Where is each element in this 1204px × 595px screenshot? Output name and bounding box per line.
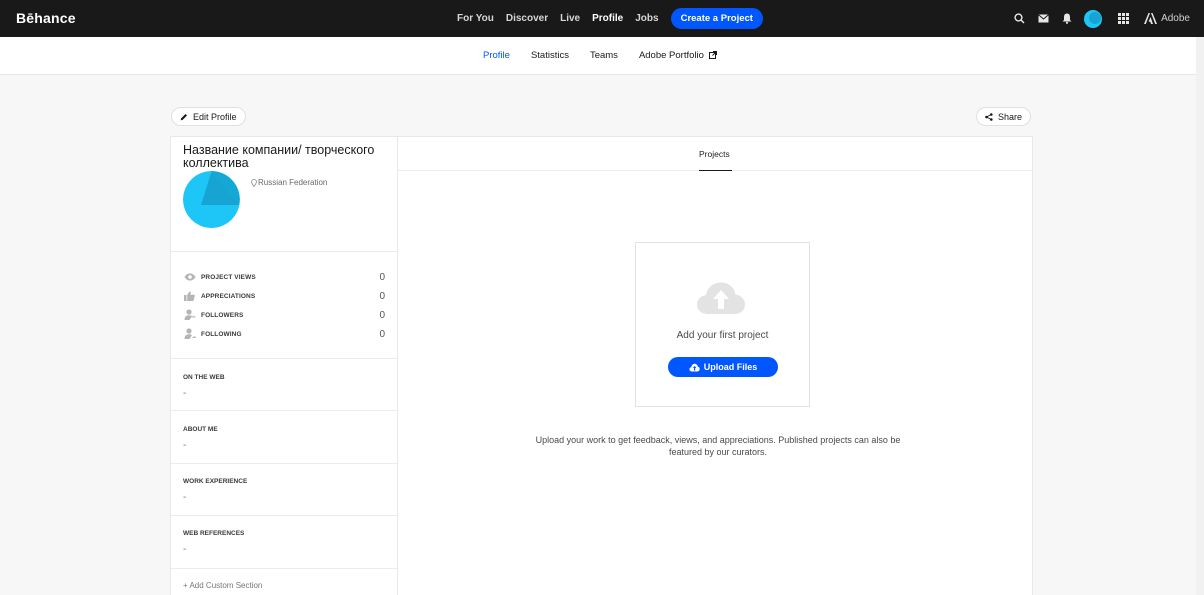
divider <box>171 463 397 464</box>
empty-project-card: Add your first project Upload Files <box>635 242 810 407</box>
adobe-label: Adobe <box>1161 13 1190 24</box>
subnav-statistics[interactable]: Statistics <box>531 50 569 61</box>
adobe-link[interactable]: Adobe <box>1144 13 1190 24</box>
bell-icon[interactable] <box>1058 10 1076 28</box>
nav-right-tools: Adobe <box>1004 8 1190 29</box>
main-nav: For You Discover Live Profile Jobs Creat… <box>457 8 763 29</box>
following-icon <box>183 328 196 340</box>
location-text: Russian Federation <box>258 178 328 187</box>
stat-label: PROJECT VIEWS <box>201 273 256 281</box>
share-button[interactable]: Share <box>976 107 1032 126</box>
profile-subnav: Profile Statistics Teams Adobe Portfolio <box>0 37 1204 75</box>
share-label: Share <box>998 111 1023 122</box>
section-title-about-me: ABOUT ME <box>183 426 218 433</box>
adobe-logo-icon <box>1144 13 1158 24</box>
location-pin-icon <box>251 178 257 187</box>
stat-following: FOLLOWING 0 <box>183 327 385 341</box>
nav-profile[interactable]: Profile <box>592 13 623 24</box>
apps-grid-icon[interactable] <box>1114 10 1132 28</box>
nav-for-you[interactable]: For You <box>457 13 494 24</box>
projects-tab-bar: Projects <box>398 137 1032 171</box>
profile-location: Russian Federation <box>251 178 327 187</box>
upload-files-label: Upload Files <box>703 362 758 372</box>
stat-value: 0 <box>379 290 385 302</box>
section-title-on-the-web: ON THE WEB <box>183 374 225 381</box>
stat-label: FOLLOWING <box>201 330 242 338</box>
subnav-teams[interactable]: Teams <box>590 50 618 61</box>
add-custom-section-link[interactable]: + Add Custom Section <box>183 581 262 590</box>
stat-followers: FOLLOWERS 0 <box>183 308 385 322</box>
mail-icon[interactable] <box>1034 10 1052 28</box>
create-project-button[interactable]: Create a Project <box>670 8 763 29</box>
divider <box>171 358 397 359</box>
divider <box>171 251 397 252</box>
behance-logo[interactable]: Bēhance <box>16 10 76 26</box>
divider <box>171 410 397 411</box>
profile-avatar[interactable] <box>183 171 240 228</box>
upload-files-button[interactable]: Upload Files <box>668 357 778 377</box>
upload-hint-text: Upload your work to get feedback, views,… <box>535 435 901 457</box>
edit-profile-label: Edit Profile <box>193 111 237 122</box>
section-value-about-me: - <box>183 440 187 451</box>
followers-icon <box>183 309 196 321</box>
subnav-adobe-portfolio[interactable]: Adobe Portfolio <box>639 50 717 61</box>
stat-value: 0 <box>379 271 385 283</box>
stat-value: 0 <box>379 309 385 321</box>
profile-name: Название компании/ творческого коллектив… <box>183 143 375 170</box>
tab-active-indicator <box>699 170 732 171</box>
top-navigation-bar: Bēhance For You Discover Live Profile Jo… <box>0 0 1204 37</box>
edit-profile-button[interactable]: Edit Profile <box>171 107 246 126</box>
profile-sidebar: Название компании/ творческого коллектив… <box>170 136 398 595</box>
stat-project-views: PROJECT VIEWS 0 <box>183 270 385 284</box>
tab-projects[interactable]: Projects <box>699 149 730 159</box>
stat-label: FOLLOWERS <box>201 311 244 319</box>
search-icon[interactable] <box>1010 10 1028 28</box>
subnav-adobe-portfolio-label: Adobe Portfolio <box>638 50 704 61</box>
projects-panel: Projects Add your first project Upload F… <box>397 136 1033 595</box>
section-value-web-references: - <box>183 544 187 555</box>
nav-jobs[interactable]: Jobs <box>635 13 658 24</box>
section-title-work-experience: WORK EXPERIENCE <box>183 478 248 485</box>
divider <box>171 515 397 516</box>
stat-label: APPRECIATIONS <box>201 292 256 300</box>
section-value-on-the-web: - <box>183 388 187 399</box>
upload-cloud-icon <box>689 363 700 371</box>
external-link-icon <box>708 51 717 59</box>
subnav-profile[interactable]: Profile <box>483 50 510 61</box>
add-first-project-text: Add your first project <box>676 330 769 341</box>
nav-discover[interactable]: Discover <box>506 13 548 24</box>
section-value-work-experience: - <box>183 492 187 503</box>
user-avatar[interactable] <box>1084 9 1103 28</box>
nav-live[interactable]: Live <box>560 13 580 24</box>
stat-appreciations: APPRECIATIONS 0 <box>183 289 385 303</box>
cloud-upload-icon <box>696 281 746 320</box>
share-icon <box>985 112 993 121</box>
page-scrollbar[interactable] <box>1196 37 1204 595</box>
eye-icon <box>183 272 196 283</box>
pencil-icon <box>180 113 187 120</box>
stat-value: 0 <box>379 328 385 340</box>
section-title-web-references: WEB REFERENCES <box>183 530 245 537</box>
divider <box>171 568 397 569</box>
thumbs-up-icon <box>183 291 196 302</box>
